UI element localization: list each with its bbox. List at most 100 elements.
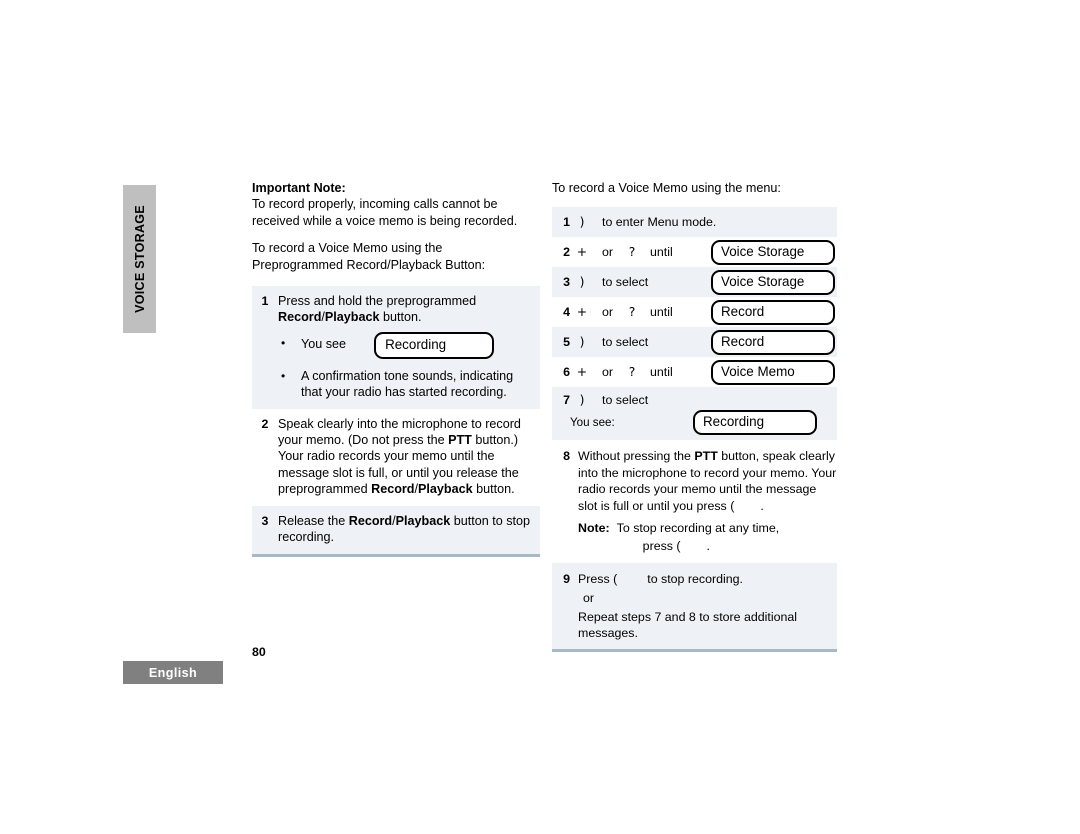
preprogrammed-intro: To record a Voice Memo using the Preprog… <box>252 240 540 273</box>
lcd-display: Voice Storage <box>711 269 835 295</box>
step-action: to select <box>602 335 649 350</box>
menu-key-icon: ) <box>579 274 585 290</box>
bullet-icon: • <box>281 335 286 350</box>
menu-intro: To record a Voice Memo using the menu: <box>552 181 781 195</box>
you-see-label: You see <box>301 336 347 351</box>
chapter-tab-label: VOICE STORAGE <box>132 205 147 313</box>
lcd-cell: Voice Memo <box>711 357 837 387</box>
menu-step-2: 2 + or ? until Voice Storage <box>552 237 837 267</box>
lcd-cell: Recording <box>693 407 819 437</box>
bullet-content: A confirmation tone sounds, indicating t… <box>301 368 514 400</box>
step-9-or: or <box>583 591 595 606</box>
bullet-content: You see Recording <box>301 331 536 359</box>
step-number: 5 <box>563 335 570 350</box>
lcd-display-recording: Recording <box>374 331 495 359</box>
important-note-paragraph: Important Note: To record properly, inco… <box>252 180 540 229</box>
bullet-icon: • <box>281 368 286 383</box>
menu-procedure-table: 1 ) to enter Menu mode. 2 + or ? until V… <box>552 207 837 653</box>
step-text-d: Playback <box>324 310 380 325</box>
right-column: To record a Voice Memo using the menu: 1… <box>552 180 837 653</box>
important-note-body: To record properly, incoming calls canno… <box>252 197 518 228</box>
menu-key-up-icon: + <box>576 244 588 260</box>
note-text-line-1: To stop recording at any time, <box>616 521 780 536</box>
important-note-heading: Important Note: <box>252 181 346 195</box>
press-prefix: Press ( <box>578 571 618 586</box>
preprogrammed-intro-line1: To record a Voice Memo using the <box>252 241 443 256</box>
step-number: 3 <box>261 513 269 528</box>
lcd-display: Voice Storage <box>711 239 835 265</box>
step-text-a: Without pressing the <box>578 449 695 464</box>
step-text-a: Press and hold the preprogrammed <box>278 294 477 309</box>
step-number: 8 <box>563 449 570 464</box>
step-body: Release the Record/Playback button to st… <box>278 513 540 546</box>
step-text-tail: . <box>760 498 764 513</box>
menu-step-1: 1 ) to enter Menu mode. <box>552 207 837 238</box>
step-number: 2 <box>261 416 269 431</box>
menu-key-down-icon: ? <box>628 364 636 380</box>
note-block: Note: To stop recording at any time, pre… <box>578 520 837 555</box>
note-body: To stop recording at any time, press (. <box>617 520 780 555</box>
preprogrammed-intro-colon: : <box>481 257 486 272</box>
step-action: until <box>650 365 673 380</box>
step-text-e: button. <box>379 310 422 325</box>
procedure-step-2: 2 Speak clearly into the microphone to r… <box>252 409 540 506</box>
step-text-d: Record <box>371 482 415 497</box>
step-number: 1 <box>261 294 269 309</box>
step-action: until <box>650 245 673 260</box>
menu-key-down-icon: ? <box>628 304 636 320</box>
menu-key-icon: ) <box>579 392 585 408</box>
menu-key-up-icon: + <box>576 364 588 380</box>
step-text-b: PTT <box>448 433 472 448</box>
menu-step-6: 6 + or ? until Voice Memo <box>552 357 837 387</box>
step-number: 1 <box>563 215 570 230</box>
step-text-a: Release the <box>278 513 349 528</box>
menu-key-icon: ) <box>579 334 585 350</box>
menu-key-up-icon: + <box>576 304 588 320</box>
step-number: 3 <box>563 275 570 290</box>
note-press-prefix: press ( <box>642 539 681 554</box>
menu-key-icon: ) <box>579 214 585 230</box>
lcd-cell: Record <box>711 327 837 357</box>
menu-step-5: 5 ) to select Record <box>552 327 837 358</box>
procedure-step-3: 3 Release the Record/Playback button to … <box>252 505 540 554</box>
lcd-display-recording: Recording <box>693 409 817 435</box>
step-number: 2 <box>563 245 570 260</box>
step-text-ptt: PTT <box>694 449 718 464</box>
preprogrammed-procedure-table: 1 Press and hold the preprogrammed Recor… <box>252 286 540 557</box>
language-badge: English <box>123 661 223 684</box>
lcd-cell: Voice Storage <box>711 237 837 267</box>
step-text-d: Playback <box>395 513 451 528</box>
step-text-b: Record <box>278 310 322 325</box>
step-action: to enter Menu mode. <box>602 215 717 230</box>
step-9-line-1: Press ( to stop recording. <box>578 571 837 587</box>
step-body: Press and hold the preprogrammed Record/… <box>278 293 540 401</box>
lcd-cell: Voice Storage <box>711 267 837 297</box>
lcd-display: Record <box>711 299 835 325</box>
step-body: Speak clearly into the microphone to rec… <box>278 416 540 498</box>
left-column: Important Note: To record properly, inco… <box>252 180 540 557</box>
page-number: 80 <box>252 645 266 659</box>
conjunction-or: or <box>602 365 614 380</box>
step-text-g: button. <box>472 482 515 497</box>
lcd-cell: Record <box>711 297 837 327</box>
note-press-tail: . <box>706 539 710 554</box>
menu-step-8: 8 Without pressing the PTT button, speak… <box>552 440 837 562</box>
note-text-line-2: press (. <box>617 538 780 554</box>
step-9-line-2: Repeat steps 7 and 8 to store additional… <box>578 609 798 641</box>
preprogrammed-intro-line2: Preprogrammed Record/Playback Button <box>252 257 482 272</box>
press-suffix: to stop recording. <box>647 571 743 586</box>
step-7-line-2: You see: Recording <box>552 407 837 437</box>
step-action: to select <box>602 275 649 290</box>
important-note-block: Important Note: To record properly, inco… <box>252 180 540 273</box>
step-body: Press ( to stop recording. or Repeat step… <box>570 571 837 642</box>
procedure-step-1: 1 Press and hold the preprogrammed Recor… <box>252 286 540 409</box>
step-number: 4 <box>563 305 570 320</box>
note-label: Note: <box>578 521 610 536</box>
step-bullet-you-see: • You see Recording <box>278 331 536 359</box>
lcd-display: Record <box>711 329 835 355</box>
step-number: 6 <box>563 365 570 380</box>
step-body: Without pressing the PTT button, speak c… <box>570 448 837 554</box>
step-action: until <box>650 305 673 320</box>
menu-step-7: 7 ) to select You see: Recording <box>552 387 837 441</box>
menu-key-down-icon: ? <box>628 244 636 260</box>
